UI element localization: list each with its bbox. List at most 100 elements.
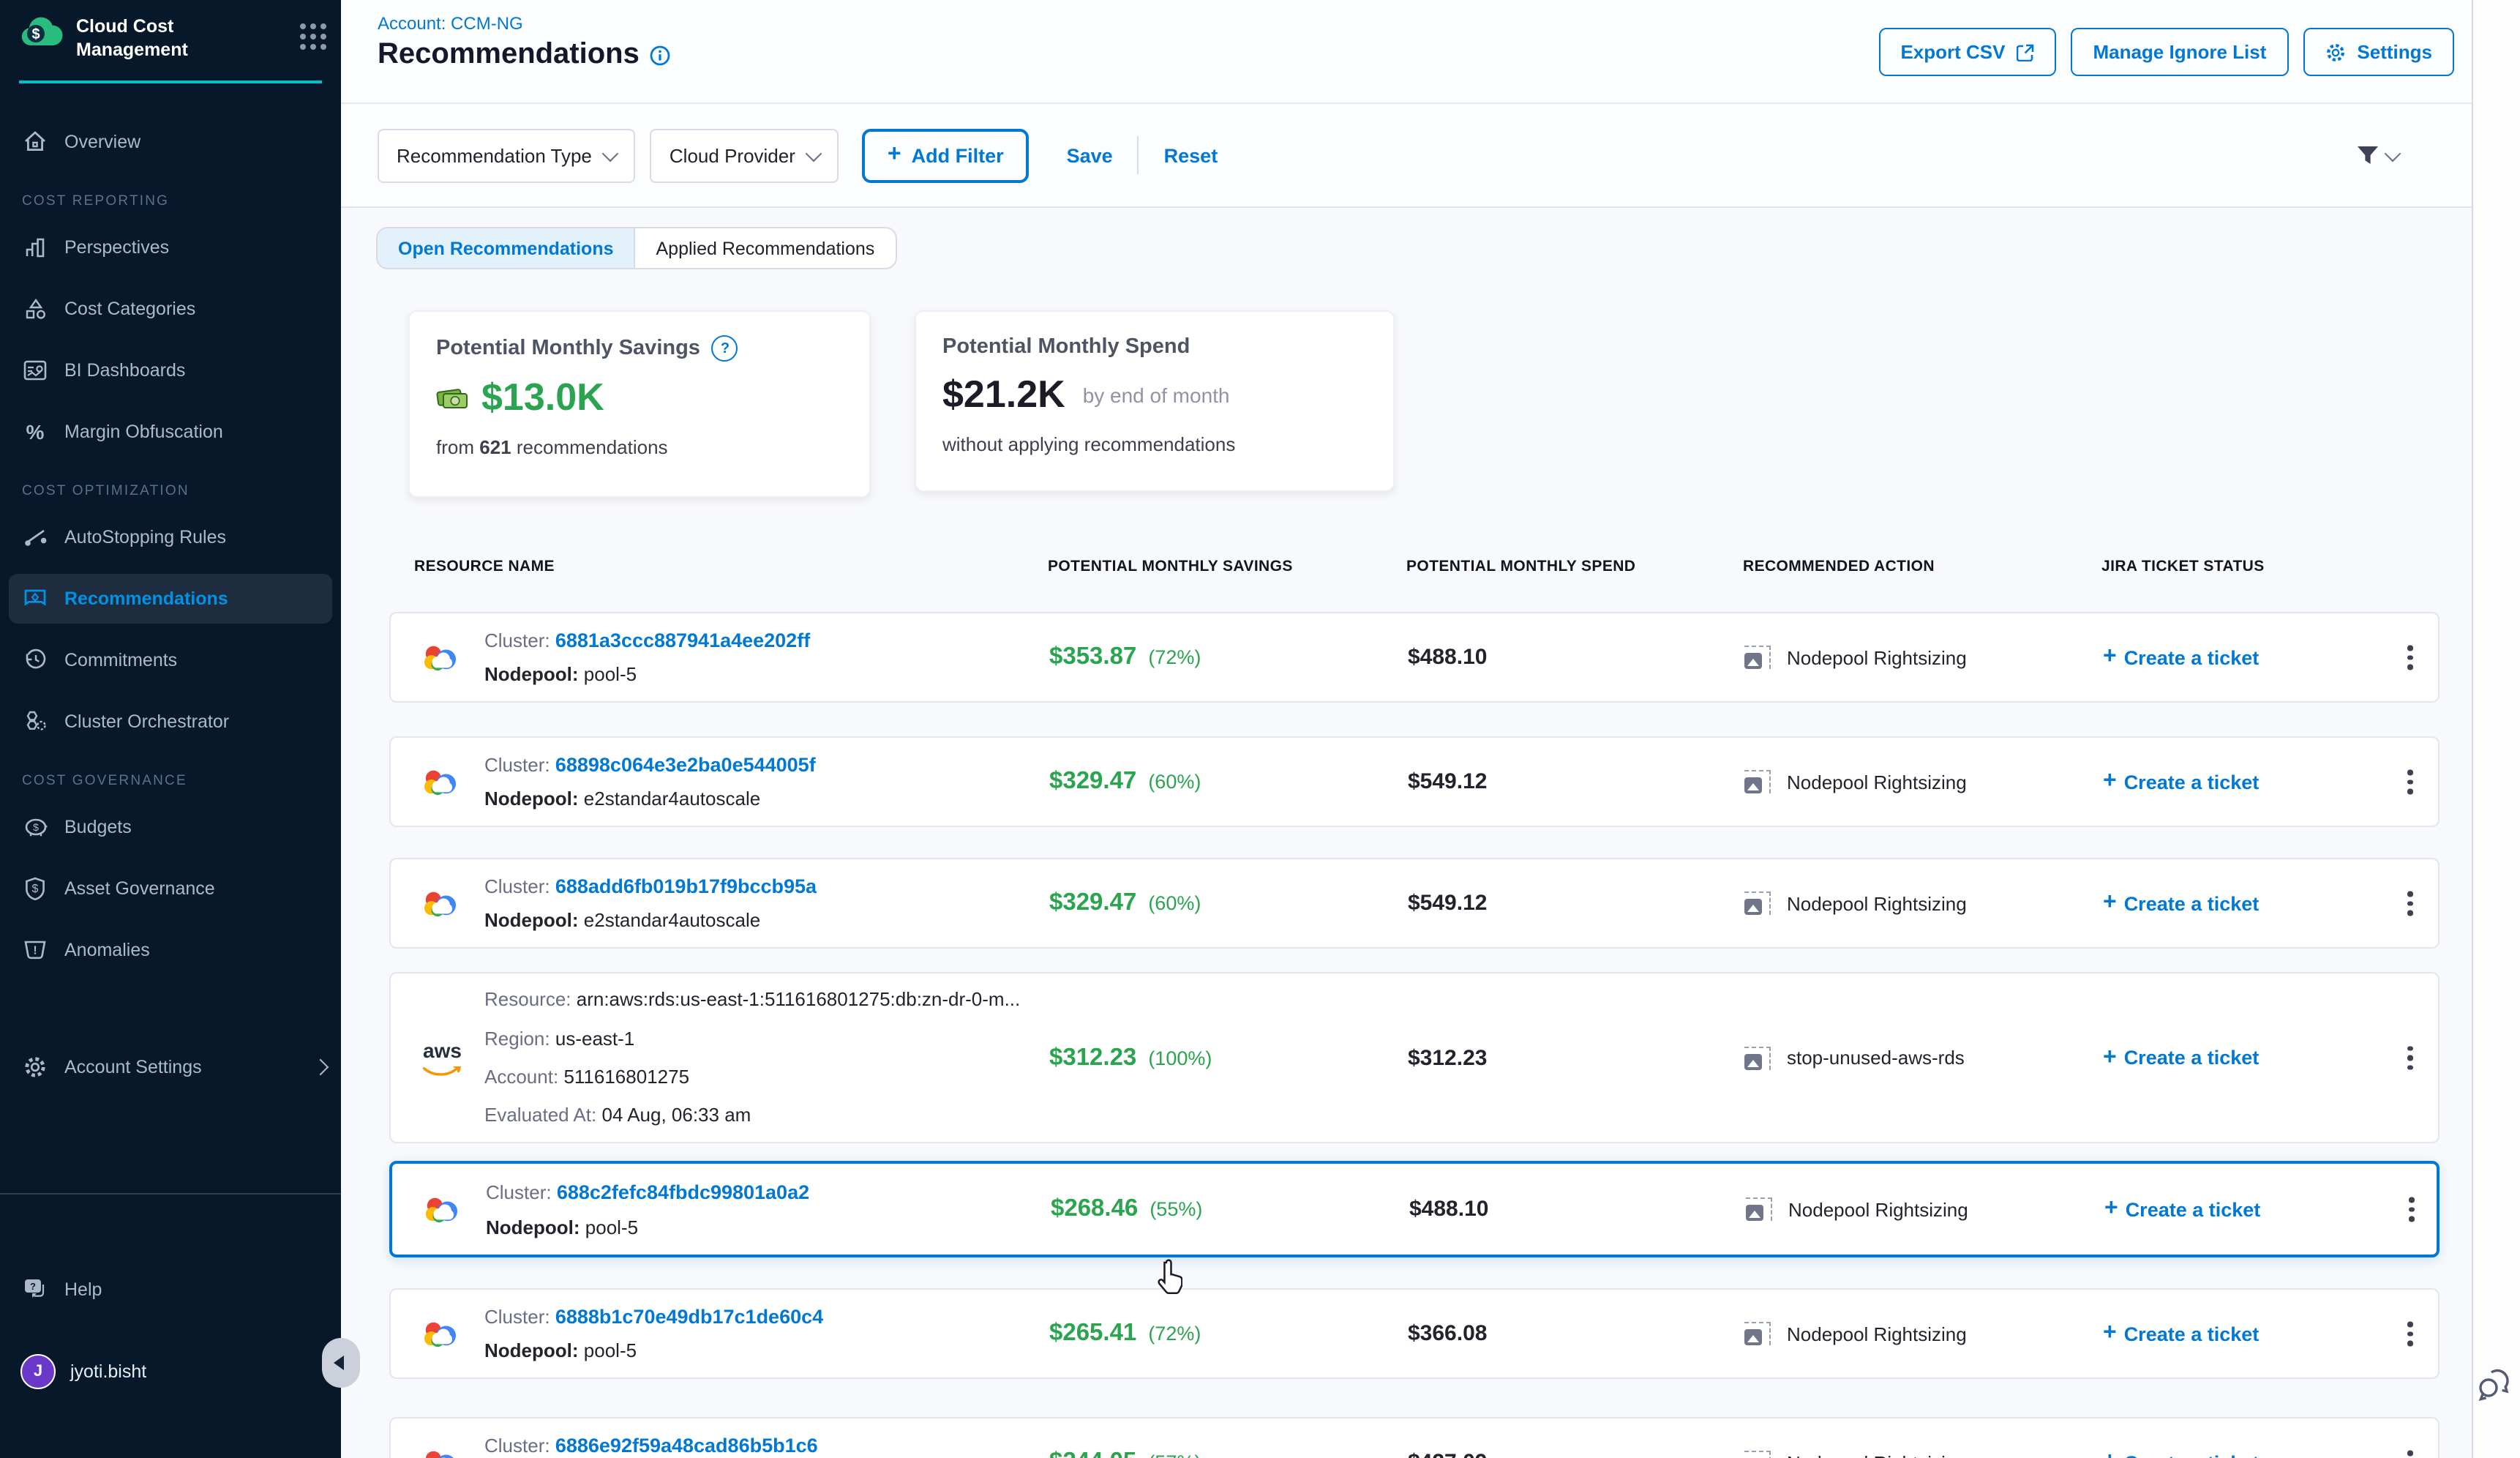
sidebar-item-overview[interactable]: Overview	[0, 111, 341, 172]
reset-filter-link[interactable]: Reset	[1164, 144, 1218, 166]
table-row-selected[interactable]: Cluster: 688c2fefc84fbdc99801a0a2 Nodepo…	[389, 1161, 2440, 1257]
table-row[interactable]: Cluster: 688add6fb019b17f9bccb95a Nodepo…	[389, 858, 2440, 949]
row-menu-kebab[interactable]	[2401, 1316, 2418, 1352]
savings-percent: (60%)	[1148, 892, 1201, 914]
cluster-link[interactable]: 68898c064e3e2ba0e544005f	[555, 754, 816, 776]
sidebar-item-budgets[interactable]: $ Budgets	[0, 796, 341, 857]
sidebar-item-asset-governance[interactable]: $ Asset Governance	[0, 857, 341, 919]
create-ticket-link[interactable]: +Create a ticket	[2103, 1451, 2259, 1458]
column-header-spend: POTENTIAL MONTHLY SPEND	[1406, 558, 1635, 575]
sidebar-item-label: Perspectives	[64, 236, 169, 257]
cluster-link[interactable]: 6888b1c70e49db17c1de60c4	[555, 1306, 823, 1328]
sidebar-item-label: Recommendations	[64, 588, 228, 608]
recommendation-type-dropdown[interactable]: Recommendation Type	[378, 128, 636, 182]
spend-value: $366.08	[1408, 1321, 1487, 1346]
page-header: Account: CCM-NG Recommendations Export C…	[341, 0, 2472, 104]
sidebar-item-account-settings[interactable]: Account Settings	[0, 1036, 341, 1097]
settings-button[interactable]: Settings	[2303, 28, 2454, 76]
chevron-right-icon	[312, 1058, 329, 1075]
savings-value: $244.05	[1049, 1448, 1136, 1458]
sidebar-item-cost-categories[interactable]: Cost Categories	[0, 277, 341, 339]
savings-percent: (57%)	[1148, 1451, 1201, 1458]
gcp-icon	[423, 889, 457, 917]
sidebar-collapse-handle[interactable]	[322, 1338, 360, 1388]
user-name: jyoti.bisht	[70, 1361, 146, 1381]
cluster-link[interactable]: 6881a3ccc887941a4ee202ff	[555, 629, 810, 651]
main-content: Account: CCM-NG Recommendations Export C…	[341, 0, 2472, 1458]
cluster-link[interactable]: 688add6fb019b17f9bccb95a	[555, 875, 817, 897]
tab-open-recommendations[interactable]: Open Recommendations	[378, 228, 636, 268]
add-filter-button[interactable]: + Add Filter	[863, 128, 1029, 182]
plus-icon: +	[888, 143, 901, 167]
table-row[interactable]: Cluster: 6881a3ccc887941a4ee202ff Nodepo…	[389, 612, 2440, 703]
row-menu-kebab[interactable]	[2401, 886, 2418, 921]
section-label-cost-governance: COST GOVERNANCE	[22, 772, 341, 796]
create-ticket-link[interactable]: +Create a ticket	[2103, 1046, 2259, 1069]
export-csv-button[interactable]: Export CSV	[1878, 28, 2056, 76]
cloud-cost-management-app: $ Cloud Cost Management Overview COST RE…	[0, 0, 2520, 1458]
sidebar-item-bi-dashboards[interactable]: BI Dashboards	[0, 339, 341, 400]
sidebar-item-label: Cluster Orchestrator	[64, 711, 229, 731]
rightsizing-icon	[1744, 1322, 1771, 1345]
create-ticket-link[interactable]: +Create a ticket	[2103, 770, 2259, 793]
rightsizing-icon	[1744, 1046, 1771, 1069]
table-row[interactable]: Cluster: 6888b1c70e49db17c1de60c4 Nodepo…	[389, 1288, 2440, 1379]
sidebar-item-cluster-orchestrator[interactable]: Cluster Orchestrator	[0, 690, 341, 752]
money-icon	[436, 385, 470, 410]
spend-subtext: without applying recommendations	[942, 433, 1367, 455]
sidebar-item-autostopping-rules[interactable]: AutoStopping Rules	[0, 506, 341, 567]
sidebar-item-recommendations[interactable]: Recommendations	[9, 573, 332, 623]
create-ticket-link[interactable]: +Create a ticket	[2103, 891, 2259, 915]
help-icon[interactable]: ?	[712, 335, 738, 362]
savings-percent: (72%)	[1148, 646, 1201, 668]
breadcrumb-account[interactable]: Account: CCM-NG	[378, 13, 523, 34]
table-row[interactable]: Cluster: 68898c064e3e2ba0e544005f Nodepo…	[389, 736, 2440, 827]
filter-panel-toggle[interactable]	[2356, 145, 2399, 165]
manage-ignore-list-button[interactable]: Manage Ignore List	[2071, 28, 2288, 76]
rightsizing-icon	[1744, 891, 1771, 915]
spend-value: $427.09	[1408, 1450, 1487, 1458]
help-chat-icon: ?	[22, 1276, 48, 1302]
shapes-icon	[22, 295, 48, 321]
user-menu[interactable]: J jyoti.bisht	[0, 1340, 341, 1402]
chevron-down-icon	[603, 145, 620, 162]
tab-applied-recommendations[interactable]: Applied Recommendations	[636, 228, 896, 268]
savings-percent: (100%)	[1148, 1047, 1212, 1069]
app-logo-row[interactable]: $ Cloud Cost Management	[0, 0, 341, 62]
dashboard-image-icon	[22, 356, 48, 383]
sidebar-item-label: AutoStopping Rules	[64, 526, 226, 547]
app-switcher-grid-icon[interactable]	[300, 23, 326, 50]
sidebar-nav: Overview COST REPORTING Perspectives Cos…	[0, 111, 341, 1402]
cloud-provider-dropdown[interactable]: Cloud Provider	[650, 128, 839, 182]
sidebar-item-label: BI Dashboards	[64, 359, 185, 380]
chat-bubbles-icon[interactable]	[2476, 1369, 2513, 1401]
table-row[interactable]: aws Resource: arn:aws:rds:us-east-1:5116…	[389, 972, 2440, 1143]
create-ticket-link[interactable]: +Create a ticket	[2103, 646, 2259, 669]
filter-bar: Recommendation Type Cloud Provider + Add…	[341, 104, 2472, 208]
sidebar-item-commitments[interactable]: Commitments	[0, 629, 341, 690]
gcp-icon	[423, 768, 457, 796]
rightsizing-icon	[1746, 1197, 1772, 1221]
row-menu-kebab[interactable]	[2403, 1192, 2420, 1227]
row-menu-kebab[interactable]	[2401, 764, 2418, 800]
cluster-link[interactable]: 6886e92f59a48cad86b5b1c6	[555, 1435, 818, 1457]
sidebar-item-help[interactable]: ? Help	[0, 1258, 341, 1320]
row-menu-kebab[interactable]	[2401, 640, 2418, 676]
gcp-icon	[424, 1195, 458, 1223]
create-ticket-link[interactable]: +Create a ticket	[2104, 1197, 2260, 1221]
gear-icon	[2325, 42, 2345, 62]
sidebar-item-anomalies[interactable]: ! Anomalies	[0, 919, 341, 980]
row-menu-kebab[interactable]	[2401, 1445, 2418, 1458]
piggy-bank-icon: $	[22, 813, 48, 840]
gcp-icon	[423, 643, 457, 671]
create-ticket-link[interactable]: +Create a ticket	[2103, 1322, 2259, 1345]
action-label: Nodepool Rightsizing	[1788, 1198, 1968, 1220]
cluster-link[interactable]: 688c2fefc84fbdc99801a0a2	[557, 1181, 809, 1203]
sidebar-item-perspectives[interactable]: Perspectives	[0, 216, 341, 277]
save-filter-link[interactable]: Save	[1067, 144, 1113, 166]
info-icon[interactable]	[650, 45, 670, 65]
sidebar-item-margin-obfuscation[interactable]: % Margin Obfuscation	[0, 400, 341, 462]
column-header-action: RECOMMENDED ACTION	[1743, 558, 1935, 575]
row-menu-kebab[interactable]	[2401, 1040, 2418, 1076]
table-row[interactable]: Cluster: 6886e92f59a48cad86b5b1c6 $244.0…	[389, 1417, 2440, 1458]
